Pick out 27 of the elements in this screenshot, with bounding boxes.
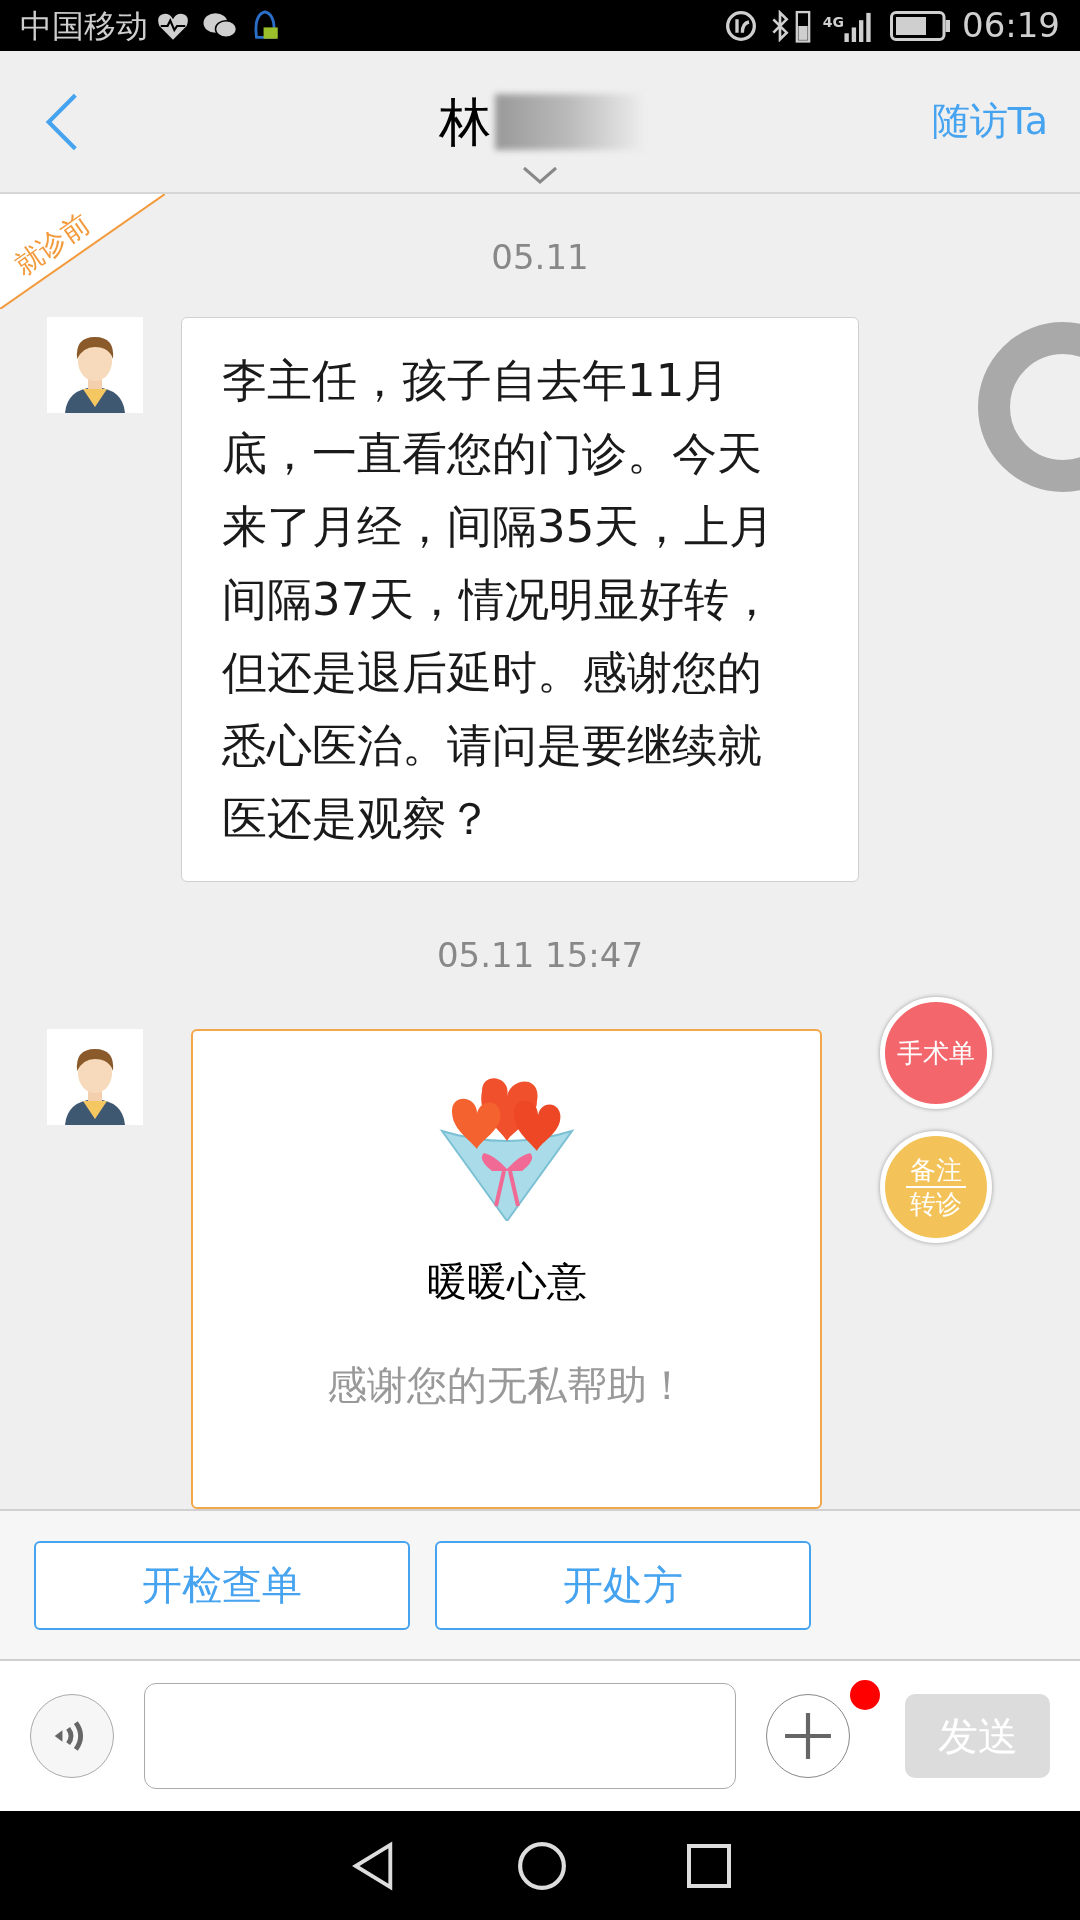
- plus-icon: [783, 1711, 833, 1761]
- home-nav-icon[interactable]: [517, 1841, 567, 1891]
- back-icon: [45, 91, 79, 152]
- recents-nav-icon[interactable]: [687, 1844, 731, 1888]
- side-action-button[interactable]: 手术单: [880, 997, 992, 1109]
- clock-time: 06:19: [962, 4, 1060, 47]
- side-action-button[interactable]: 备注 转诊: [880, 1131, 992, 1243]
- avatar-icon: [47, 1029, 143, 1125]
- phone-battery-icon: [794, 8, 811, 43]
- gift-title: 暖暖心意: [426, 1257, 587, 1306]
- message-bubble: 李主任，孩子自去年11月底，一直看您的门诊。今天来了月经，间隔35天，上月间隔37天，情况明显好转，但还是退后延时。感谢您的悉心医治。请问是要继续就医还是观察？: [181, 317, 859, 882]
- avatar-icon: [47, 317, 143, 413]
- gift-card[interactable]: 暖暖心意 感谢您的无私帮助！: [191, 1029, 822, 1509]
- carrier-name: 中国移动: [20, 5, 148, 47]
- action-button[interactable]: 开处方: [435, 1540, 811, 1630]
- action-button[interactable]: 开检查单: [34, 1540, 410, 1630]
- gift-message: 感谢您的无私帮助！: [326, 1361, 687, 1410]
- message-input[interactable]: [144, 1683, 736, 1789]
- data-saver-icon: [724, 9, 757, 42]
- network-type: 4G: [822, 13, 844, 32]
- ribbon-label: 就诊前: [6, 206, 97, 285]
- contact-name: 林: [438, 90, 491, 154]
- message-timestamp: 05.11 15:47: [436, 934, 644, 977]
- chevron-down-icon: [522, 166, 558, 184]
- battery-icon: [890, 10, 950, 41]
- follow-up-link[interactable]: 随访Ta: [931, 93, 1048, 150]
- message-timestamp: 05.11: [491, 236, 589, 279]
